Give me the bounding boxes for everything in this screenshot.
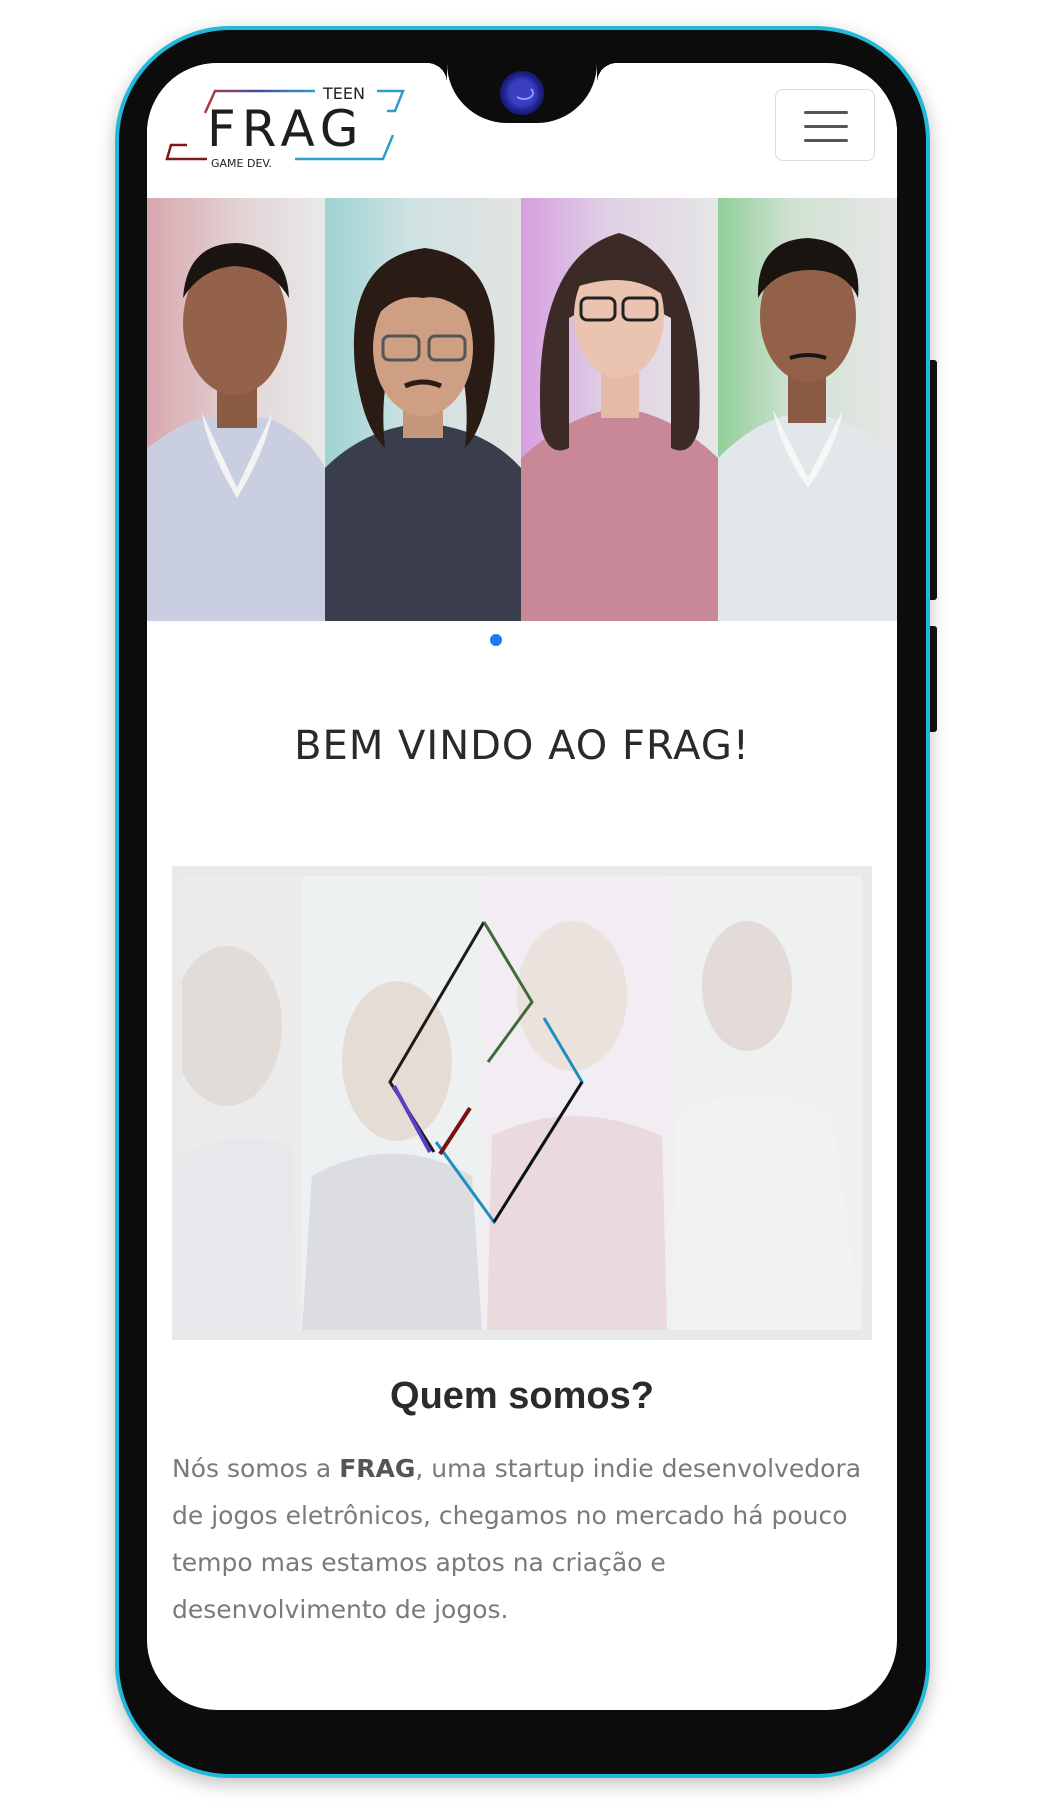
svg-text:GAME DEV.: GAME DEV. <box>211 157 272 170</box>
svg-text:FRAG: FRAG <box>207 100 365 158</box>
about-text-brand: FRAG <box>339 1454 416 1483</box>
about-title: Quem somos? <box>390 1375 654 1417</box>
hamburger-menu-button[interactable] <box>775 89 875 161</box>
hero-carousel[interactable] <box>147 198 897 621</box>
hamburger-menu-icon <box>804 111 848 114</box>
frag-logo[interactable]: TEEN FRAG GAME DEV. <box>165 83 435 177</box>
carousel-indicator[interactable] <box>490 634 502 646</box>
team-member-photo-1 <box>147 198 325 621</box>
team-member-photo-2 <box>325 198 521 621</box>
about-text: Nós somos a FRAG, uma startup indie dese… <box>172 1445 872 1633</box>
frag-diamond-logo-icon <box>388 921 584 1225</box>
team-member-photo-4 <box>718 198 897 621</box>
about-text-start: Nós somos a <box>172 1454 340 1483</box>
frag-logo-icon: TEEN FRAG GAME DEV. <box>165 84 405 170</box>
phone-screen: TEEN FRAG GAME DEV. BEM VINDO AO FRAG! Q… <box>147 63 897 1710</box>
about-image <box>172 866 872 1340</box>
team-member-photo-3 <box>521 198 718 621</box>
front-camera-icon <box>500 71 544 115</box>
welcome-title: BEM VINDO AO FRAG! <box>294 723 750 769</box>
